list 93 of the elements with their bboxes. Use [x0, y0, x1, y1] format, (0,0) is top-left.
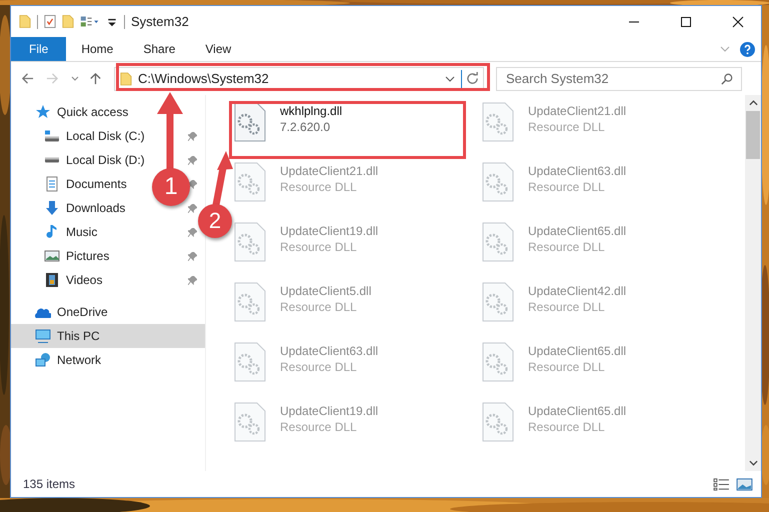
- dll-file-icon[interactable]: [234, 342, 266, 382]
- folder-icon: [120, 72, 132, 86]
- film-icon: [44, 272, 60, 288]
- item-count: 135 items: [23, 477, 76, 491]
- dll-file-icon[interactable]: [482, 162, 514, 202]
- file-name: UpdateClient63.dll: [280, 344, 378, 358]
- pin-icon[interactable]: [188, 156, 197, 164]
- pin-icon[interactable]: [188, 228, 197, 236]
- large-icons-view-icon[interactable]: [736, 478, 753, 490]
- pin-icon[interactable]: [188, 204, 197, 212]
- file-detail: Resource DLL: [528, 420, 606, 434]
- scroll-up-icon[interactable]: [748, 100, 758, 106]
- ribbon-tab[interactable]: View: [190, 37, 246, 61]
- file-name: UpdateClient5.dll: [280, 284, 372, 298]
- dll-file-icon[interactable]: [234, 402, 266, 442]
- sidebar-item[interactable]: Local Disk (D:): [66, 153, 145, 167]
- folder-icon[interactable]: [19, 14, 31, 29]
- properties-icon[interactable]: [44, 14, 56, 29]
- scrollbar[interactable]: [745, 95, 761, 471]
- dll-file-icon[interactable]: [482, 402, 514, 442]
- refresh-icon[interactable]: [466, 72, 479, 85]
- details-view-icon[interactable]: [713, 478, 730, 490]
- pin-icon[interactable]: [188, 132, 197, 140]
- ribbon-tab[interactable]: Home: [66, 37, 128, 61]
- file-name: UpdateClient21.dll: [528, 104, 626, 118]
- sidebar-item[interactable]: Music: [66, 225, 98, 239]
- file-name: UpdateClient19.dll: [280, 404, 378, 418]
- file-detail: Resource DLL: [528, 120, 606, 134]
- dll-file-icon[interactable]: [482, 102, 514, 142]
- view-menu-icon[interactable]: [80, 14, 100, 29]
- ribbon-tab[interactable]: File: [11, 37, 66, 61]
- dll-file-icon[interactable]: [234, 222, 266, 262]
- sidebar-item[interactable]: Documents: [66, 177, 127, 191]
- file-detail: Resource DLL: [528, 240, 606, 254]
- file-detail: Resource DLL: [528, 360, 606, 374]
- dll-file-icon[interactable]: [234, 162, 266, 202]
- file-name: UpdateClient42.dll: [528, 284, 626, 298]
- drive-icon: [44, 128, 60, 144]
- file-detail: Resource DLL: [528, 180, 606, 194]
- ribbon-tab[interactable]: Share: [128, 37, 190, 61]
- file-name: UpdateClient21.dll: [280, 164, 378, 178]
- window-title: System32: [131, 14, 189, 29]
- search-field[interactable]: Search System32: [496, 66, 742, 90]
- picture-icon: [44, 248, 60, 264]
- expand-ribbon-icon[interactable]: [720, 46, 730, 52]
- file-name: UpdateClient65.dll: [528, 224, 626, 238]
- new-folder-icon[interactable]: [62, 14, 74, 29]
- file-name: UpdateClient63.dll: [528, 164, 626, 178]
- up-icon[interactable]: [89, 72, 102, 85]
- monitor-icon: [35, 328, 51, 344]
- address-path: C:\Windows\System32: [138, 71, 269, 86]
- sidebar-item[interactable]: This PC: [11, 324, 205, 348]
- file-name: UpdateClient65.dll: [528, 344, 626, 358]
- dropdown-icon[interactable]: [445, 76, 455, 82]
- dll-file-icon[interactable]: [482, 282, 514, 322]
- dll-file-icon[interactable]: [482, 222, 514, 262]
- pin-icon[interactable]: [188, 180, 197, 188]
- dll-file-icon[interactable]: [234, 102, 266, 142]
- file-detail: Resource DLL: [280, 300, 358, 314]
- file-detail: Resource DLL: [280, 240, 358, 254]
- network-icon: [35, 352, 51, 368]
- file-name: UpdateClient19.dll: [280, 224, 378, 238]
- search-icon: [721, 72, 733, 84]
- maximize-icon: [680, 16, 692, 28]
- sidebar-item[interactable]: Videos: [66, 273, 102, 287]
- file-detail: Resource DLL: [280, 420, 358, 434]
- sidebar-item[interactable]: Downloads: [66, 201, 126, 215]
- help-icon[interactable]: [740, 42, 755, 56]
- star-icon: [35, 104, 51, 120]
- document-icon: [44, 176, 60, 192]
- sidebar-item[interactable]: OneDrive: [11, 300, 205, 324]
- download-arrow-icon: [44, 200, 60, 216]
- pin-icon[interactable]: [188, 276, 197, 284]
- recent-locations-icon[interactable]: [71, 76, 79, 82]
- address-bar[interactable]: C:\Windows\System32: [114, 66, 484, 90]
- file-detail: Resource DLL: [528, 300, 606, 314]
- pin-icon[interactable]: [188, 252, 197, 260]
- sidebar-item[interactable]: Network: [11, 348, 205, 372]
- file-name: UpdateClient65.dll: [528, 404, 626, 418]
- forward-icon[interactable]: [46, 72, 59, 85]
- dll-file-icon[interactable]: [234, 282, 266, 322]
- back-icon[interactable]: [21, 72, 34, 85]
- sidebar-item[interactable]: Pictures: [66, 249, 110, 263]
- file-detail: 7.2.620.0: [280, 120, 332, 134]
- dll-file-icon[interactable]: [482, 342, 514, 382]
- scroll-down-icon[interactable]: [748, 460, 758, 466]
- close-icon: [732, 16, 744, 28]
- file-detail: Resource DLL: [280, 360, 358, 374]
- file-name: wkhlplng.dll: [280, 104, 342, 118]
- sidebar-item[interactable]: Quick access: [11, 100, 205, 124]
- scrollbar-thumb[interactable]: [746, 111, 760, 159]
- sidebar-item[interactable]: Local Disk (C:): [66, 129, 145, 143]
- file-detail: Resource DLL: [280, 180, 358, 194]
